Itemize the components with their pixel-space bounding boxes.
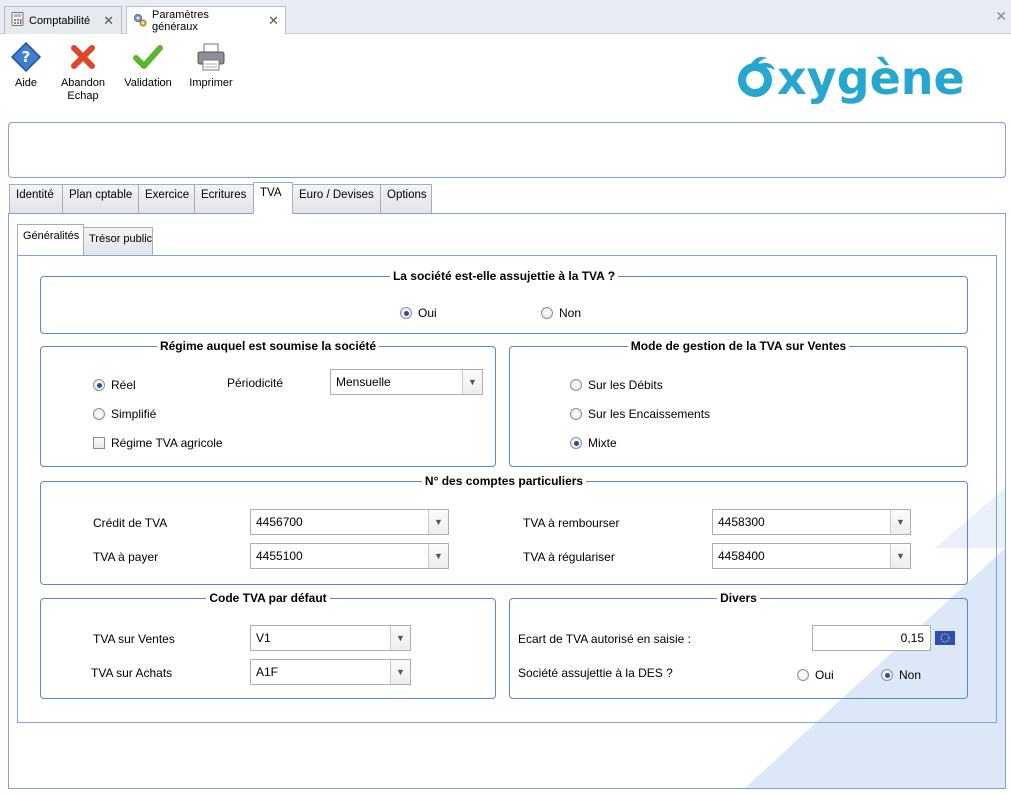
help-icon: ? [9, 40, 43, 74]
validate-label: Validation [124, 77, 172, 89]
doc-tab-comptabilite[interactable]: Comptabilité ✕ [4, 6, 122, 34]
periodicite-label: Périodicité [227, 376, 284, 390]
credit-tva-label: Crédit de TVA [93, 516, 168, 530]
cancel-shortcut-label: Echap [67, 90, 99, 102]
tva-ventes-label: TVA sur Ventes [93, 632, 175, 646]
comptes-group: N° des comptes particuliers Crédit de TV… [40, 474, 968, 585]
des-label: Société assujettie à la DES ? [518, 666, 673, 680]
header-panel [8, 122, 1006, 178]
tva-payer-select[interactable]: 4455100 ▼ [250, 543, 449, 569]
regime-simplifie-radio[interactable]: Simplifié [93, 407, 156, 421]
cancel-button[interactable]: Abandon Echap [58, 40, 108, 103]
generalites-content: La société est-elle assujettie à la TVA … [17, 255, 997, 723]
divers-group: Divers Ecart de TVA autorisé en saisie :… [509, 591, 968, 699]
tva-ventes-select[interactable]: V1 ▼ [250, 625, 411, 651]
assujetti-oui-radio[interactable]: Oui [400, 306, 437, 320]
subtab-tresor-public[interactable]: Trésor public [83, 227, 153, 255]
calculator-icon [11, 12, 24, 29]
tva-regulariser-label: TVA à régulariser [523, 550, 615, 564]
divers-title: Divers [717, 591, 760, 605]
regime-reel-radio[interactable]: Réel [93, 378, 136, 392]
tva-achats-label: TVA sur Achats [91, 666, 173, 680]
credit-tva-select[interactable]: 4456700 ▼ [250, 509, 449, 535]
tab-exercice[interactable]: Exercice [138, 184, 195, 213]
tab-options[interactable]: Options [380, 184, 432, 213]
gears-icon [133, 13, 147, 30]
svg-text:xygène: xygène [777, 51, 965, 104]
tab-tva[interactable]: TVA [253, 182, 293, 214]
regime-title: Régime auquel est soumise la société [156, 339, 380, 353]
subtab-generalites[interactable]: Généralités [17, 224, 84, 255]
des-non-radio[interactable]: Non [881, 668, 921, 682]
ecart-tva-label: Ecart de TVA autorisé en saisie : [518, 632, 691, 646]
cancel-label: Abandon [60, 77, 106, 89]
code-tva-title: Code TVA par défaut [206, 591, 330, 605]
close-window-icon[interactable]: ✕ [995, 8, 1007, 25]
printer-icon [194, 40, 228, 74]
doc-tab-parametres[interactable]: Paramètres généraux ✕ [126, 6, 286, 35]
help-label: Aide [14, 77, 38, 89]
print-button[interactable]: Imprimer [188, 40, 234, 90]
mode-gestion-group: Mode de gestion de la TVA sur Ventes Sur… [509, 339, 968, 467]
tab-euro-devises[interactable]: Euro / Devises [292, 184, 381, 213]
chevron-down-icon[interactable]: ▼ [390, 626, 410, 650]
tab-plan-cptable[interactable]: Plan cptable [62, 184, 139, 213]
tva-achats-select[interactable]: A1F ▼ [250, 659, 411, 685]
periodicite-select[interactable]: Mensuelle ▼ [330, 369, 483, 395]
regime-agricole-checkbox[interactable]: Régime TVA agricole [93, 436, 223, 450]
tab-identite[interactable]: Identité [9, 184, 63, 213]
toolbar: ? Aide Abandon Echap Validation Imprimer… [0, 34, 1011, 114]
tva-rembourser-select[interactable]: 4458300 ▼ [712, 509, 911, 535]
chevron-down-icon[interactable]: ▼ [428, 544, 448, 568]
assujetti-non-radio[interactable]: Non [541, 306, 581, 320]
checkmark-icon [131, 40, 165, 74]
ecart-tva-input[interactable]: 0,15 [812, 625, 931, 651]
chevron-down-icon[interactable]: ▼ [462, 370, 482, 394]
help-button[interactable]: ? Aide [8, 40, 44, 90]
code-tva-group: Code TVA par défaut TVA sur Ventes V1 ▼ T… [40, 591, 496, 699]
chevron-down-icon[interactable]: ▼ [428, 510, 448, 534]
tva-payer-label: TVA à payer [93, 550, 159, 564]
document-tab-strip: Comptabilité ✕ Paramètres généraux ✕ ✕ [0, 0, 1011, 35]
close-tab-icon[interactable]: ✕ [268, 13, 279, 29]
doc-tab-label: Paramètres généraux [152, 9, 209, 33]
close-tab-icon[interactable]: ✕ [103, 13, 114, 29]
chevron-down-icon[interactable]: ▼ [390, 660, 410, 684]
des-oui-radio[interactable]: Oui [797, 668, 834, 682]
regime-group: Régime auquel est soumise la société Rée… [40, 339, 496, 467]
validate-button[interactable]: Validation [122, 40, 174, 90]
doc-tab-label: Comptabilité [29, 14, 91, 27]
tab-ecritures[interactable]: Ecritures [194, 184, 254, 213]
print-label: Imprimer [189, 77, 233, 89]
assujetti-title: La société est-elle assujettie à la TVA … [389, 269, 619, 283]
mode-mixte-radio[interactable]: Mixte [570, 436, 617, 450]
svg-text:?: ? [22, 48, 31, 66]
tva-tab-content: Généralités Trésor public La société est… [8, 213, 1006, 789]
mode-encaissements-radio[interactable]: Sur les Encaissements [570, 407, 710, 421]
mode-gestion-title: Mode de gestion de la TVA sur Ventes [627, 339, 850, 353]
tva-rembourser-label: TVA à rembourser [523, 516, 620, 530]
cancel-x-icon [66, 40, 100, 74]
oxygene-logo: xygène [731, 50, 999, 105]
mode-debits-radio[interactable]: Sur les Débits [570, 378, 663, 392]
euro-flag-icon[interactable] [935, 631, 955, 648]
assujetti-group: La société est-elle assujettie à la TVA … [40, 269, 968, 334]
chevron-down-icon[interactable]: ▼ [890, 544, 910, 568]
comptes-title: N° des comptes particuliers [421, 474, 587, 488]
chevron-down-icon[interactable]: ▼ [890, 510, 910, 534]
tva-regulariser-select[interactable]: 4458400 ▼ [712, 543, 911, 569]
